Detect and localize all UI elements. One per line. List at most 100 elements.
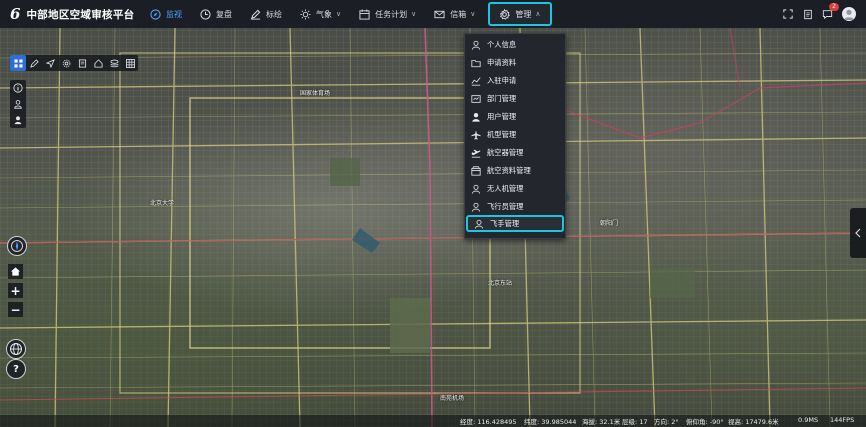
map-info-toolbar [10,80,26,128]
layers-icon[interactable] [106,55,122,71]
menu-item-label: 用户管理 [487,111,517,121]
menu-item-label: 飞手管理 [490,218,520,228]
menu-item-drone-management[interactable]: 无人机管理 [465,180,565,197]
archive-icon [471,165,481,176]
home-icon [10,267,21,276]
compass-icon [11,240,23,252]
user-location-icon[interactable] [10,96,26,112]
chevron-down-icon: ∨ [411,10,417,18]
document-icon[interactable] [802,9,813,20]
menu-item-personal-info[interactable]: 个人信息 [465,36,565,53]
map-label: 国家体育场 [300,90,331,97]
folder-icon [471,58,481,68]
level-readout: 层级: 17 [622,418,648,426]
nav-label: 气象 [316,9,332,19]
plane-icon [471,129,481,140]
nav-task-plan[interactable]: 任务计划 ∨ [350,0,425,28]
user-outline-icon [471,202,481,212]
logo-mark: 6 [10,5,21,23]
frame-time-readout: 0.9MS [798,416,819,424]
menu-item-aircraft-management[interactable]: 航空器管理 [465,144,565,161]
nav-weather[interactable]: 气象 ∨ [291,0,350,28]
menu-item-aircraft-type-management[interactable]: 机型管理 [465,126,565,143]
chevron-left-icon [855,228,861,238]
airplane-depart-icon [471,148,481,158]
user-outline-icon [471,40,481,50]
menu-item-department-management[interactable]: 部门管理 [465,90,565,107]
fullscreen-icon[interactable] [782,9,793,20]
map-drawing-toolbar [10,55,138,71]
nav-label: 复盘 [216,9,232,19]
chart-line-icon [471,76,481,86]
measure-icon[interactable] [74,55,90,71]
grid-view-icon[interactable] [10,55,26,71]
satellite-map[interactable]: 北京东站 国家体育场 北京大学 朝阳门 南苑机场 [0,28,866,427]
help-button[interactable]: ? [6,359,26,379]
map-label: 朝阳门 [600,220,619,227]
menu-item-label: 个人信息 [487,39,517,49]
app-logo[interactable]: 6 中部地区空域审核平台 [10,5,135,23]
map-label: 北京大学 [150,200,175,207]
road-network [0,28,866,427]
nav-label: 标绘 [266,9,282,19]
message-icon[interactable]: 2 [822,2,839,20]
management-dropdown-menu: 个人信息 申请资料 入驻申请 部门管理 用户管理 机型管理 航空器管理 航空资料… [464,33,566,239]
calendar-icon [359,8,370,20]
compass-icon [150,8,161,20]
fps-readout: 144FPS [830,416,855,424]
menu-item-label: 航空器管理 [487,147,524,157]
view-height-readout: 视高: 17479.6米 [728,418,779,426]
map-label: 南苑机场 [440,395,465,402]
zoom-in-button[interactable]: + [8,283,23,298]
mail-icon [434,9,445,20]
menu-item-aviation-data-management[interactable]: 航空资料管理 [465,162,565,179]
notification-badge: 2 [829,2,839,11]
menu-item-application-materials[interactable]: 申请资料 [465,54,565,71]
menu-item-label: 飞行员管理 [487,201,524,211]
home-outline-icon[interactable] [90,55,106,71]
altitude-readout: 海拔: 32.1米 [582,418,621,426]
menu-item-label: 航空资料管理 [487,165,531,175]
cursor-arrow-icon[interactable] [42,55,58,71]
globe-view-button[interactable] [6,339,26,359]
zoom-out-button[interactable]: − [8,302,23,317]
flag-icon [471,94,481,104]
menu-item-pilot-management[interactable]: 飞行员管理 [465,198,565,215]
nav-management[interactable]: 管理 ∧ [488,2,552,26]
user-outline-icon [474,219,484,229]
user-outline-icon [471,184,481,194]
table-grid-icon[interactable] [122,55,138,71]
nav-label: 信箱 [450,9,467,19]
menu-item-label: 机型管理 [487,129,517,139]
pen-icon [250,9,261,20]
app-title: 中部地区空域审核平台 [26,8,135,21]
chevron-up-icon: ∧ [535,10,541,18]
nav-mailbox[interactable]: 信箱 ∨ [425,0,484,28]
main-nav: 监视 复盘 标绘 气象 ∨ 任务计划 ∨ 信箱 ∨ 管理 ∧ [141,0,552,28]
side-panel-toggle[interactable] [850,208,866,258]
home-view-button[interactable] [8,264,23,279]
heading-readout: 方向: 2° [654,418,679,426]
chevron-down-icon: ∨ [470,10,476,18]
nav-label: 监视 [166,9,182,19]
user-filled-icon[interactable] [10,112,26,128]
nav-replay[interactable]: 复盘 [191,0,241,28]
pencil-icon[interactable] [26,55,42,71]
pitch-readout: 俯仰角: -90° [686,418,724,426]
menu-item-label: 申请资料 [487,57,517,67]
nav-plotting[interactable]: 标绘 [241,0,291,28]
menu-item-drone-operator-management[interactable]: 飞手管理 [466,215,564,232]
gear-icon [499,8,511,20]
latitude-readout: 纬度: 39.985044 [524,418,577,426]
settings-icon[interactable] [58,55,74,71]
menu-item-settlement-application[interactable]: 入驻申请 [465,72,565,89]
sun-icon [300,8,311,20]
avatar[interactable] [842,7,856,21]
nav-monitor[interactable]: 监视 [141,0,191,28]
menu-item-user-management[interactable]: 用户管理 [465,108,565,125]
compass-reset-button[interactable] [7,236,27,256]
menu-item-label: 部门管理 [487,93,517,103]
info-icon[interactable] [10,80,26,96]
map-status-bar: 经度: 116.428495 纬度: 39.985044 海拔: 32.1米 层… [0,415,866,427]
longitude-readout: 经度: 116.428495 [460,418,517,426]
